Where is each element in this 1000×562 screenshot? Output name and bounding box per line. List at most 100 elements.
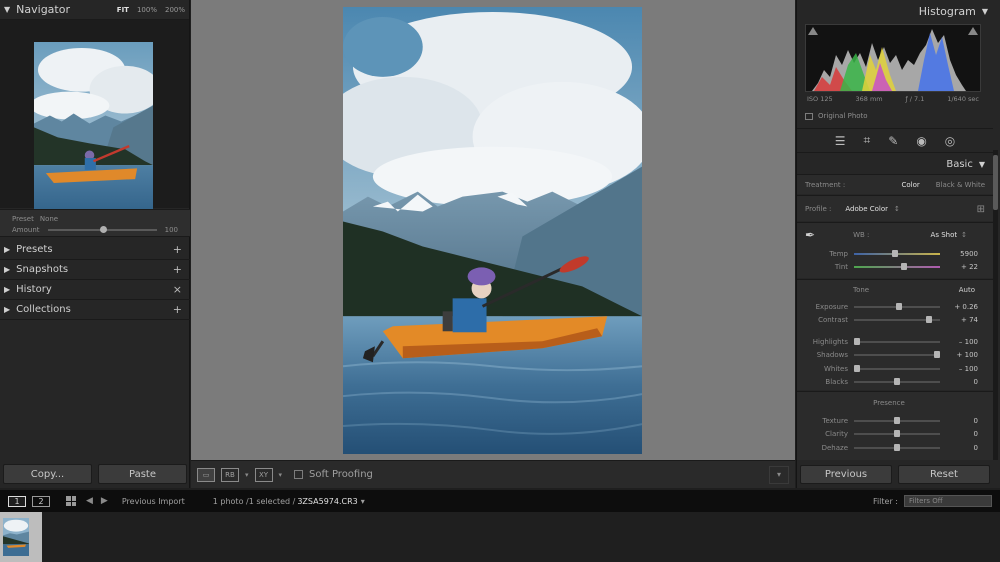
grid-view-icon[interactable] (66, 496, 76, 506)
tint-slider[interactable] (854, 263, 940, 271)
filmstrip-thumbnail[interactable] (3, 518, 29, 556)
main-photo[interactable] (343, 7, 642, 454)
histogram-graph[interactable] (805, 24, 981, 92)
basic-panel-header[interactable]: Basic ▼ (797, 155, 993, 173)
navigator-header[interactable]: ▼ Navigator FIT 100% 200% (0, 0, 189, 20)
shadows-slider-knob[interactable] (934, 351, 941, 359)
toolbar-menu-button[interactable]: ▾ (769, 465, 789, 484)
whites-slider-knob[interactable] (853, 364, 860, 372)
blacks-slider-row[interactable]: Blacks 0 (797, 376, 993, 390)
treatment-color-option[interactable]: Color (902, 181, 920, 189)
shadows-value[interactable]: + 100 (940, 351, 982, 359)
temp-value[interactable]: 5900 (940, 250, 982, 258)
histogram-header[interactable]: Histogram ▼ (797, 0, 1000, 22)
dehaze-slider-knob[interactable] (894, 443, 900, 451)
whites-value[interactable]: – 100 (940, 365, 982, 373)
shadows-slider-row[interactable]: Shadows + 100 (797, 349, 993, 363)
highlights-slider-knob[interactable] (853, 337, 860, 345)
texture-slider[interactable] (854, 416, 940, 424)
collapse-triangle-icon[interactable]: ▼ (982, 7, 988, 16)
amount-slider-knob[interactable] (99, 225, 107, 233)
texture-slider-row[interactable]: Texture 0 (797, 414, 993, 428)
contrast-slider[interactable] (854, 316, 940, 324)
secondary-window-button[interactable]: 2 (32, 495, 50, 507)
exposure-slider[interactable] (854, 302, 940, 310)
temp-slider-knob[interactable] (892, 249, 899, 257)
blacks-slider[interactable] (854, 378, 940, 386)
contrast-value[interactable]: + 74 (940, 316, 982, 324)
shadows-slider[interactable] (854, 351, 941, 359)
texture-value[interactable]: 0 (940, 417, 982, 425)
collapse-triangle-icon[interactable]: ▼ (979, 160, 985, 169)
original-photo-checkbox[interactable] (805, 112, 813, 120)
panel-collections[interactable]: ▶ Collections + (0, 300, 190, 320)
dehaze-slider-row[interactable]: Dehaze 0 (797, 441, 993, 455)
wb-value[interactable]: As Shot (931, 231, 958, 239)
before-after-dropdown-icon[interactable]: ▾ (279, 471, 283, 479)
tint-value[interactable]: + 22 (940, 263, 982, 271)
original-photo-toggle[interactable]: Original Photo (805, 112, 868, 120)
forward-arrow-icon[interactable]: ▶ (101, 496, 108, 506)
add-preset-icon[interactable]: + (173, 243, 182, 256)
temp-slider-row[interactable]: Temp 5900 (797, 247, 993, 261)
clear-history-icon[interactable]: × (173, 283, 182, 296)
profile-browser-grid-icon[interactable]: ⊞ (977, 204, 985, 215)
previous-button[interactable]: Previous (800, 465, 892, 484)
panel-history[interactable]: ▶ History × (0, 280, 190, 300)
amount-slider[interactable] (47, 225, 157, 233)
add-snapshot-icon[interactable]: + (173, 263, 182, 276)
zoom-fit[interactable]: FIT (117, 6, 129, 14)
panel-snapshots[interactable]: ▶ Snapshots + (0, 260, 190, 280)
image-canvas[interactable] (191, 0, 795, 460)
contrast-slider-knob[interactable] (925, 316, 932, 324)
crop-icon[interactable]: ⌗ (863, 133, 870, 148)
before-after-icon[interactable]: XY (254, 467, 273, 482)
reset-button[interactable]: Reset (898, 465, 990, 484)
contrast-slider-row[interactable]: Contrast + 74 (797, 314, 993, 328)
compare-view-icon[interactable]: RB (221, 467, 239, 482)
blacks-value[interactable]: 0 (940, 378, 982, 386)
tint-slider-row[interactable]: Tint + 22 (797, 261, 993, 275)
zoom-100[interactable]: 100% (137, 6, 157, 14)
navigator-preview[interactable] (0, 20, 189, 220)
exposure-slider-knob[interactable] (895, 302, 902, 310)
soft-proofing-checkbox[interactable] (294, 470, 304, 479)
clarity-value[interactable]: 0 (940, 430, 982, 438)
wb-dropdown-icon[interactable]: ↕ (961, 231, 967, 239)
exposure-slider-row[interactable]: Exposure + 0.26 (797, 300, 993, 314)
blacks-slider-knob[interactable] (894, 378, 900, 386)
clarity-slider-knob[interactable] (894, 430, 900, 438)
redeye-icon[interactable]: ◉ (916, 134, 926, 148)
navigator-thumbnail[interactable] (34, 42, 153, 220)
clarity-slider-row[interactable]: Clarity 0 (797, 428, 993, 442)
amount-value[interactable]: 100 (165, 226, 178, 234)
healing-icon[interactable]: ✎ (888, 134, 898, 148)
paste-button[interactable]: Paste (98, 464, 187, 484)
treatment-bw-option[interactable]: Black & White (936, 181, 985, 189)
copy-button[interactable]: Copy... (3, 464, 92, 484)
sliders-icon[interactable]: ☰ (835, 134, 846, 148)
compare-dropdown-icon[interactable]: ▾ (245, 471, 249, 479)
selected-filename[interactable]: 3ZSA5974.CR3 (297, 497, 357, 506)
temp-slider[interactable] (854, 249, 940, 257)
masking-icon[interactable]: ◎ (945, 134, 955, 148)
exposure-value[interactable]: + 0.26 (940, 303, 982, 311)
preset-value[interactable]: None (40, 215, 58, 223)
filter-select[interactable]: Filters Off (904, 495, 992, 507)
dehaze-value[interactable]: 0 (940, 444, 982, 452)
highlights-value[interactable]: – 100 (940, 338, 982, 346)
tint-slider-knob[interactable] (900, 263, 907, 271)
eyedropper-icon[interactable]: ✒ (805, 228, 815, 242)
filename-dropdown-icon[interactable]: ▾ (361, 497, 365, 506)
profile-value[interactable]: Adobe Color (845, 205, 888, 213)
highlights-slider-row[interactable]: Highlights – 100 (797, 335, 993, 349)
source-breadcrumb[interactable]: Previous Import (122, 497, 185, 506)
right-panel-scroll-thumb[interactable] (993, 155, 998, 210)
whites-slider[interactable] (853, 364, 940, 372)
filmstrip-cell[interactable] (0, 512, 42, 562)
auto-button[interactable]: Auto (959, 286, 975, 294)
collapse-triangle-icon[interactable]: ▼ (4, 5, 10, 14)
texture-slider-knob[interactable] (894, 416, 900, 424)
profile-dropdown-icon[interactable]: ↕ (894, 205, 900, 213)
main-window-button[interactable]: 1 (8, 495, 26, 507)
